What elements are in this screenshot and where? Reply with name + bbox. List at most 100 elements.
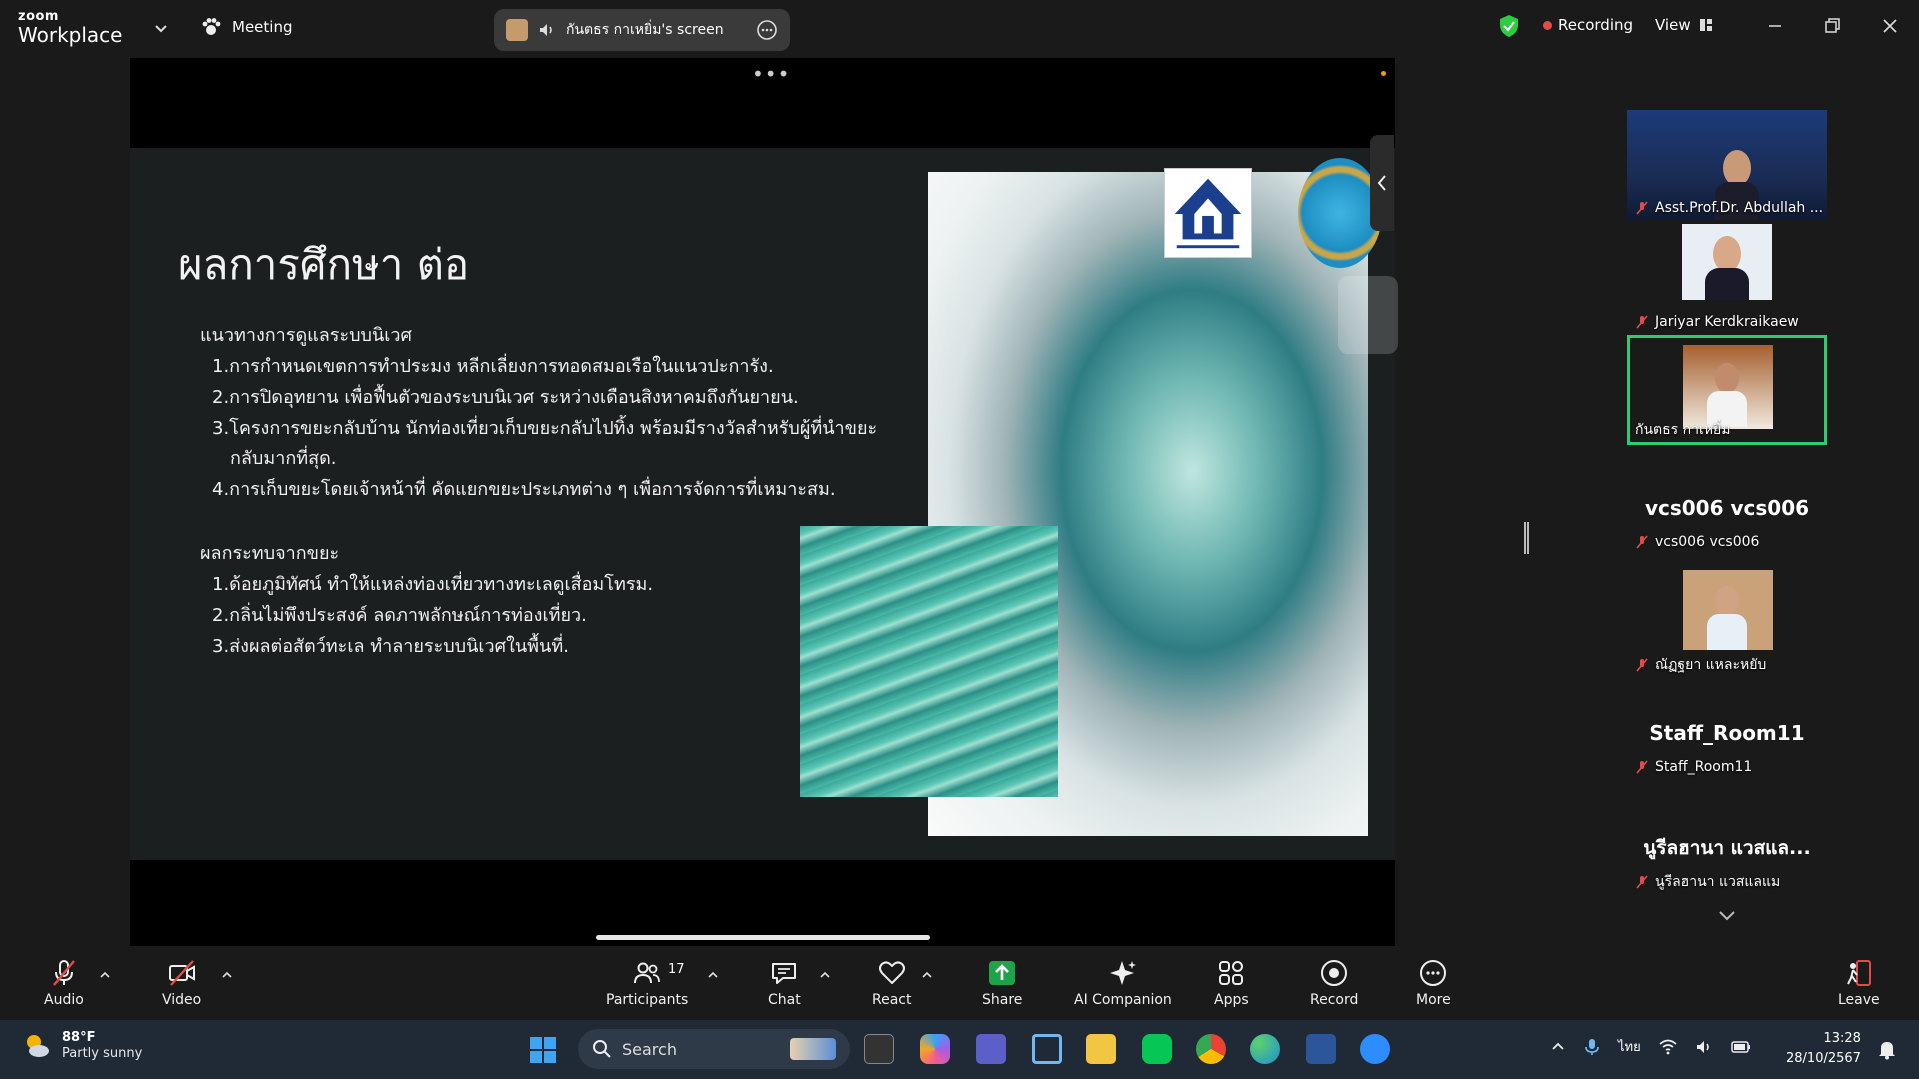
participant-name: กันตธร กาเหยิ่ม [1635,422,1731,438]
minimize-icon[interactable] [1763,14,1787,38]
wifi-icon[interactable] [1659,1039,1677,1055]
chevron-up-icon[interactable] [920,968,934,982]
view-label: View [1655,16,1691,34]
recording-indicator[interactable]: Recording [1543,16,1633,34]
more-options-icon[interactable] [756,19,778,41]
volume-icon[interactable] [1695,1039,1713,1055]
participant-tile-active[interactable]: กันตธร กาเหยิ่ม [1627,335,1827,445]
close-icon[interactable] [1878,14,1902,38]
audio-button[interactable]: Audio [44,958,84,1008]
chevron-up-icon[interactable] [818,968,832,982]
zoom-window: zoom Workplace Meeting กันตธร กาเหยิ่ม's… [0,0,1919,1079]
share-button[interactable]: Share [982,958,1022,1008]
restore-icon[interactable] [1820,14,1844,38]
participant-name: นูรีลฮานา แวสแลแม [1655,874,1781,890]
meeting-toolbar: Audio Video Participants 17 Chat React S… [0,946,1919,1020]
snipping-tool-icon[interactable] [1032,1034,1062,1064]
copilot-icon[interactable] [920,1034,950,1064]
chat-icon [772,963,797,984]
collapse-panel-button[interactable] [1370,135,1394,231]
mic-muted-icon [1636,201,1648,215]
screen-share-indicator[interactable]: กันตธร กาเหยิ่ม's screen [494,9,790,51]
microphone-icon[interactable] [1584,1038,1600,1056]
ai-companion-button[interactable]: AI Companion [1074,958,1172,1008]
participant-name: vcs006 vcs006 [1655,534,1760,550]
more-button[interactable]: More [1416,958,1451,1008]
recording-dot-icon [1543,20,1552,30]
windows-start-icon[interactable] [530,1037,556,1063]
share-more-dots-icon[interactable]: ••• [752,62,790,86]
view-button[interactable]: View [1655,16,1713,34]
participant-tile[interactable]: Staff_Room11 Staff_Room11 [1627,707,1827,781]
sea-surface-image [800,526,1058,797]
panel-resize-handle[interactable] [1524,522,1529,554]
chevron-up-icon[interactable] [1550,1039,1566,1055]
leave-button[interactable]: Leave [1838,958,1880,1008]
windows-taskbar: 88°F Partly sunny Search ไทย 13:28 28/10… [0,1020,1919,1079]
participant-label: vcs006 vcs006 [1627,528,1827,556]
line-app-icon[interactable] [1142,1034,1172,1064]
task-view-icon[interactable] [864,1034,894,1064]
participant-tile[interactable]: Jariyar Kerdkraikaew [1627,224,1827,334]
chat-label: Chat [768,992,801,1008]
chevron-up-icon[interactable] [98,968,112,982]
edge-icon[interactable] [1250,1034,1280,1064]
mic-muted-icon [1636,760,1648,774]
react-button[interactable]: React [872,958,911,1008]
record-icon [1321,960,1348,986]
layout-grid-icon [1699,19,1712,31]
participant-tile[interactable]: ณัฏฐยา แหละหยับ [1627,570,1827,680]
participant-display-name: vcs006 vcs006 [1644,496,1810,520]
chevron-down-icon[interactable] [152,19,170,37]
slide-list-item: 2.กลิ่นไม่พึงประสงค์ ลดภาพลักษณ์การท่องเ… [212,605,587,626]
zoom-taskbar-icon[interactable] [1360,1034,1390,1064]
file-explorer-icon[interactable] [1086,1034,1116,1064]
ai-companion-label: AI Companion [1074,992,1172,1008]
record-button[interactable]: Record [1310,958,1358,1008]
weather-widget[interactable]: 88°F Partly sunny [22,1030,142,1061]
floating-control[interactable] [1338,276,1398,354]
system-clock[interactable]: 13:28 28/10/2567 [1786,1029,1861,1068]
battery-icon[interactable] [1730,1040,1751,1054]
scroll-down-chevron-icon[interactable] [1715,907,1739,925]
chevron-left-icon [1377,175,1386,191]
slide-list-item: 1.การกำหนดเขตการทำประมง หลีกเลี่ยงการทอด… [212,356,774,377]
teams-icon[interactable] [976,1034,1006,1064]
share-screen-icon [989,961,1016,985]
encryption-shield-icon[interactable] [1498,14,1520,38]
meeting-info-button[interactable]: Meeting [200,16,292,38]
chevron-up-icon[interactable] [706,968,720,982]
react-label: React [872,992,912,1008]
weather-condition: Partly sunny [62,1045,143,1061]
taskbar-search[interactable]: Search [578,1029,850,1069]
partly-sunny-icon [27,1034,49,1057]
participant-video: ณัฏฐยา แหละหยับ [1627,570,1827,680]
mic-muted-icon [52,960,75,986]
brand-small: zoom [18,9,59,24]
video-button[interactable]: Video [162,958,201,1008]
word-icon[interactable] [1306,1034,1336,1064]
audio-label: Audio [44,992,84,1008]
slide-list-item: 1.ด้อยภูมิทัศน์ ทำให้แหล่งท่องเที่ยวทางท… [212,574,654,595]
chat-button[interactable]: Chat [768,958,801,1008]
participant-tile[interactable]: นูรีลฮานา แวสแล... นูรีลฮานา แวสแลแม [1627,819,1827,899]
participant-tile[interactable]: vcs006 vcs006 vcs006 vcs006 [1627,482,1827,556]
chevron-up-icon[interactable] [220,968,234,982]
slide-list-item: 4.การเก็บขยะโดยเจ้าหน้าที่ คัดแยกขยะประเ… [212,479,836,500]
slide-title: ผลการศึกษา ต่อ [178,240,470,289]
institution-logo [1164,168,1252,258]
participant-label: Staff_Room11 [1627,753,1827,781]
participant-video: กันตธร กาเหยิ่ม [1627,335,1827,445]
language-indicator[interactable]: ไทย [1618,1036,1641,1057]
slide-list-item: 3.โครงการขยะกลับบ้าน นักท่องเที่ยวเก็บขย… [212,418,878,439]
system-tray: ไทย [1550,1036,1751,1057]
apps-button[interactable]: Apps [1214,958,1249,1008]
leave-label: Leave [1838,992,1880,1008]
participant-tile[interactable]: Asst.Prof.Dr. Abdullah ... [1627,110,1827,220]
record-label: Record [1310,992,1359,1008]
mic-muted-icon [1636,315,1648,329]
participant-label: Asst.Prof.Dr. Abdullah ... [1635,200,1823,216]
notification-bell-icon[interactable] [1876,1038,1898,1060]
participant-label: Jariyar Kerdkraikaew [1635,314,1799,330]
chrome-icon[interactable] [1196,1034,1226,1064]
